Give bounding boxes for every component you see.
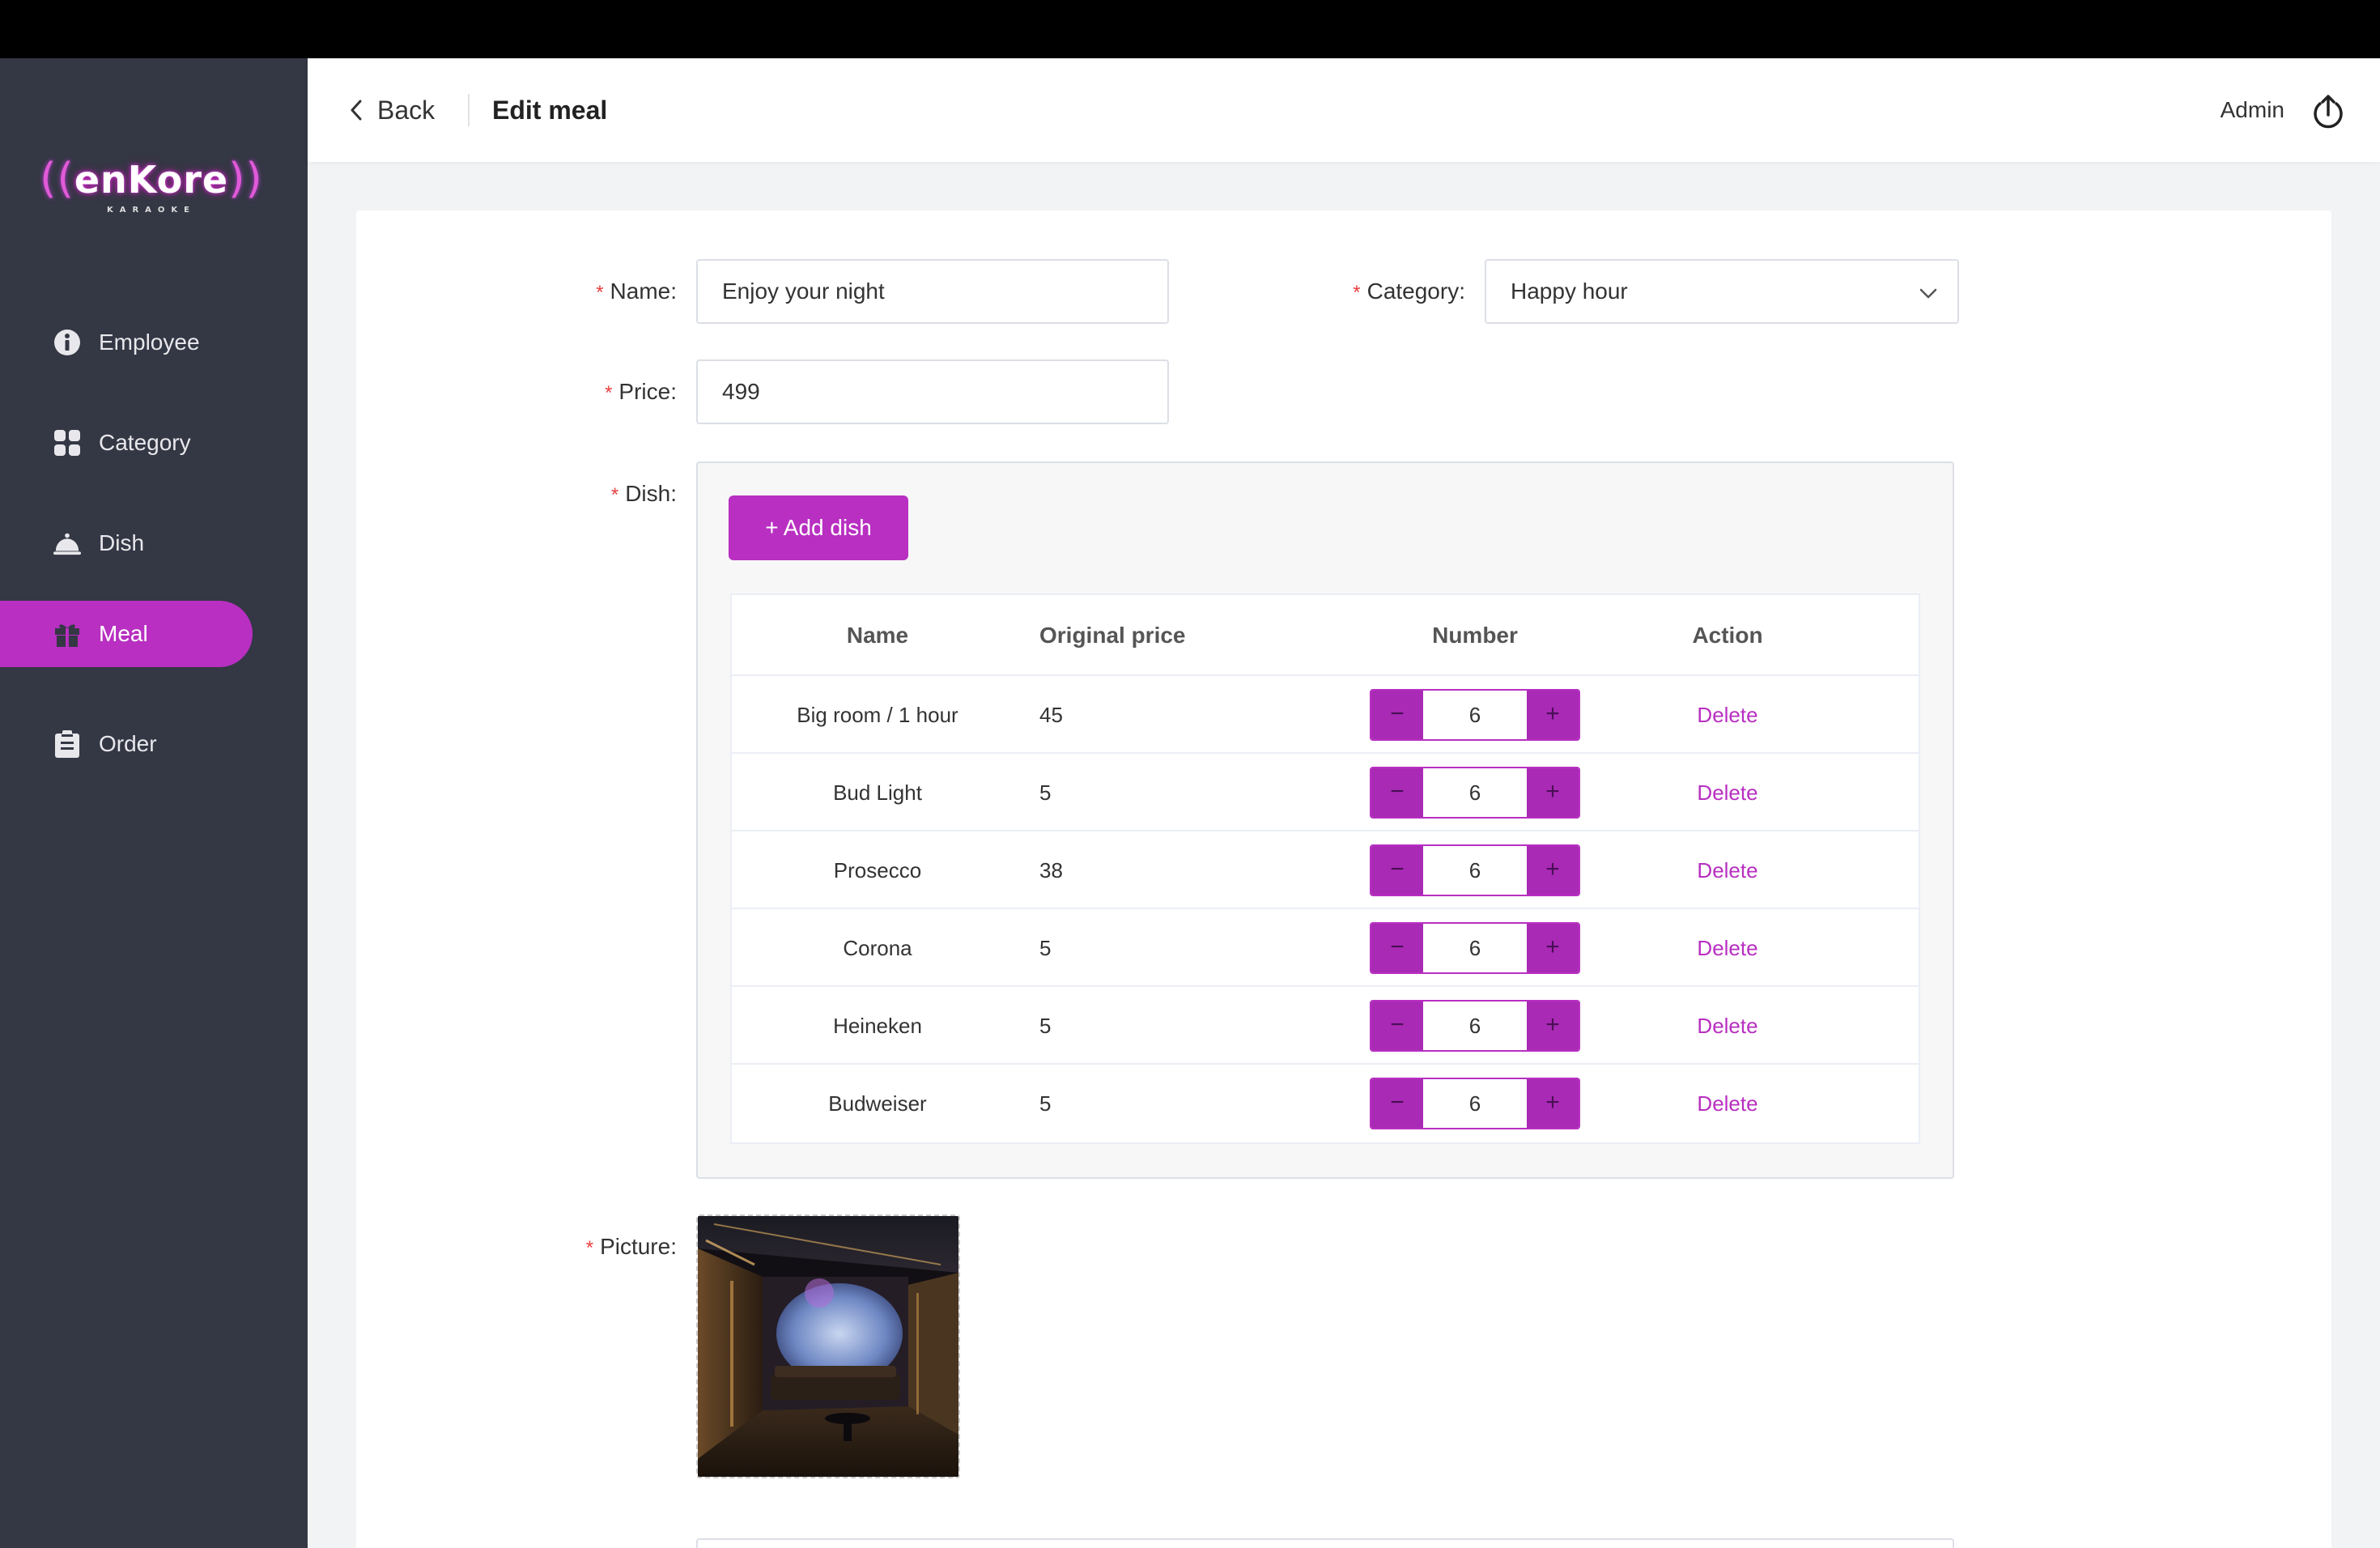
sidebar-item-meal[interactable]: Meal: [0, 601, 253, 667]
increment-button[interactable]: +: [1527, 1079, 1579, 1128]
increment-button[interactable]: +: [1527, 691, 1579, 739]
dish-label: * Dish:: [610, 481, 677, 506]
name-input[interactable]: Enjoy your night: [696, 259, 1169, 324]
decrement-button[interactable]: −: [1371, 768, 1423, 817]
sidebar-item-label: Category: [99, 430, 191, 455]
sidebar: ((enKore)) KARAOKE Employee Category Dis…: [0, 58, 308, 1548]
dish-price: 5: [1039, 780, 1052, 805]
decrement-button[interactable]: −: [1371, 924, 1423, 972]
sidebar-item-label: Order: [99, 731, 157, 756]
enkore-logo: ((enKore)) KARAOKE: [40, 155, 263, 215]
quantity-stepper: − 6 +: [1370, 689, 1580, 741]
sidebar-item-employee[interactable]: Employee: [0, 309, 253, 376]
column-header-original-price: Original price: [1039, 623, 1186, 648]
logout-icon[interactable]: [2309, 92, 2348, 131]
column-header-name: Name: [846, 623, 909, 648]
back-label: Back: [377, 95, 436, 125]
decrement-button[interactable]: −: [1371, 691, 1423, 739]
quantity-input[interactable]: 6: [1423, 768, 1527, 817]
info-icon: [53, 329, 81, 356]
table-row: Budweiser 5 − 6 + Delete: [732, 1065, 1919, 1142]
price-input[interactable]: 499: [696, 359, 1169, 424]
description-field[interactable]: [696, 1538, 1954, 1548]
page-title: Edit meal: [492, 96, 608, 125]
dish-name: Big room / 1 hour: [797, 703, 958, 727]
quantity-stepper: − 6 +: [1370, 767, 1580, 819]
delete-link[interactable]: Delete: [1622, 831, 1833, 909]
increment-button[interactable]: +: [1527, 846, 1579, 895]
chevron-down-icon: [1919, 288, 1937, 299]
delete-link[interactable]: Delete: [1622, 987, 1833, 1065]
top-black-bar: [0, 0, 2380, 58]
back-button[interactable]: Back: [348, 91, 435, 130]
decrement-button[interactable]: −: [1371, 846, 1423, 895]
add-dish-button[interactable]: + Add dish: [729, 495, 908, 560]
increment-button[interactable]: +: [1527, 1002, 1579, 1050]
dish-price: 5: [1039, 936, 1052, 960]
quantity-input[interactable]: 6: [1423, 846, 1527, 895]
logo-text: enKore: [74, 158, 229, 202]
table-header: Name Original price Number Action: [732, 595, 1919, 676]
sidebar-item-category[interactable]: Category: [0, 410, 253, 476]
dish-table: Name Original price Number Action Big ro…: [730, 593, 1920, 1144]
delete-link[interactable]: Delete: [1622, 754, 1833, 831]
table-row: Corona 5 − 6 + Delete: [732, 909, 1919, 987]
quantity-stepper: − 6 +: [1370, 844, 1580, 896]
user-name: Admin: [2220, 97, 2284, 122]
quantity-stepper: − 6 +: [1370, 1000, 1580, 1052]
sidebar-item-label: Meal: [99, 621, 148, 646]
table-row: Big room / 1 hour 45 − 6 + Delete: [732, 676, 1919, 754]
karaoke-room-image: [698, 1216, 958, 1477]
clipboard-icon: [53, 730, 81, 758]
picture-label: * Picture:: [585, 1234, 677, 1259]
table-row: Bud Light 5 − 6 + Delete: [732, 754, 1919, 831]
sidebar-item-dish[interactable]: Dish: [0, 510, 253, 576]
dish-name: Heineken: [833, 1014, 922, 1038]
dish-price: 45: [1039, 703, 1063, 727]
dish-name: Bud Light: [833, 780, 922, 805]
sidebar-item-label: Employee: [99, 330, 200, 355]
column-header-action: Action: [1692, 623, 1763, 648]
delete-link[interactable]: Delete: [1622, 909, 1833, 987]
increment-button[interactable]: +: [1527, 924, 1579, 972]
delete-link[interactable]: Delete: [1622, 676, 1833, 754]
delete-link[interactable]: Delete: [1622, 1065, 1833, 1142]
gift-icon: [53, 620, 81, 648]
grid-icon: [53, 429, 81, 457]
category-select[interactable]: Happy hour: [1485, 259, 1959, 324]
decrement-button[interactable]: −: [1371, 1002, 1423, 1050]
table-row: Prosecco 38 − 6 + Delete: [732, 831, 1919, 909]
sidebar-item-label: Dish: [99, 530, 145, 555]
dish-price: 5: [1039, 1014, 1052, 1038]
price-label: * Price:: [605, 379, 677, 404]
quantity-stepper: − 6 +: [1370, 922, 1580, 974]
category-selected-value: Happy hour: [1511, 279, 1628, 304]
dish-name: Prosecco: [833, 858, 922, 882]
column-header-number: Number: [1432, 623, 1518, 648]
decrement-button[interactable]: −: [1371, 1079, 1423, 1128]
quantity-stepper: − 6 +: [1370, 1078, 1580, 1129]
sidebar-item-order[interactable]: Order: [0, 711, 253, 777]
quantity-input[interactable]: 6: [1423, 1002, 1527, 1050]
table-row: Heineken 5 − 6 + Delete: [732, 987, 1919, 1065]
dish-name: Corona: [843, 936, 912, 960]
name-label: * Name:: [596, 279, 677, 304]
quantity-input[interactable]: 6: [1423, 924, 1527, 972]
dish-name: Budweiser: [828, 1091, 927, 1116]
dish-price: 38: [1039, 858, 1063, 882]
dish-price: 5: [1039, 1091, 1052, 1116]
chevron-left-icon: [351, 100, 362, 121]
increment-button[interactable]: +: [1527, 768, 1579, 817]
page-header: Back Edit meal Admin: [308, 58, 2380, 162]
cloche-icon: [53, 529, 81, 557]
category-label: * Category:: [1353, 279, 1465, 304]
meal-picture-upload[interactable]: [696, 1214, 960, 1478]
quantity-input[interactable]: 6: [1423, 691, 1527, 739]
logo-subtitle: KARAOKE: [106, 206, 196, 215]
quantity-input[interactable]: 6: [1423, 1079, 1527, 1128]
header-divider: [468, 94, 470, 126]
